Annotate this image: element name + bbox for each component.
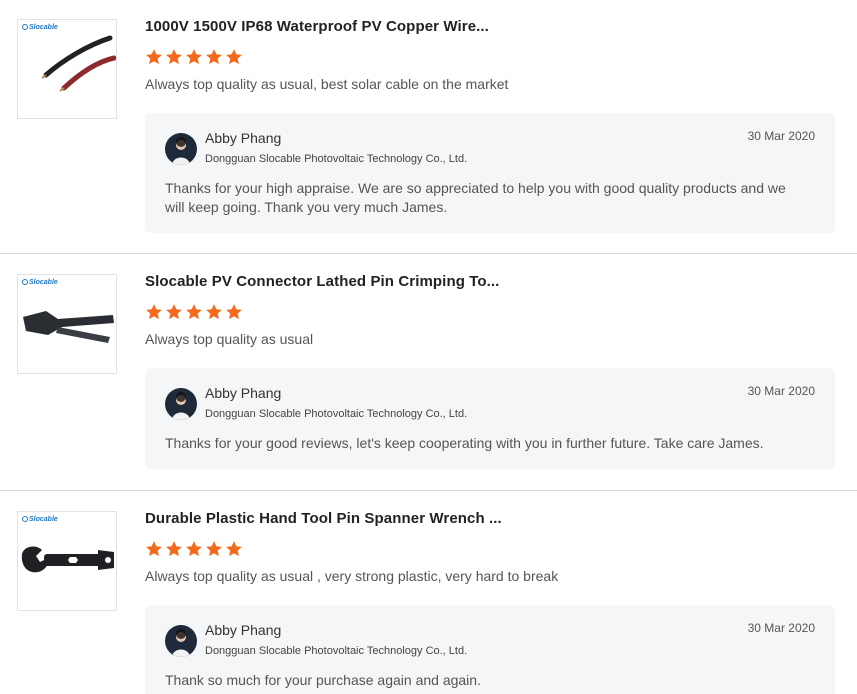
replier-name: Abby Phang: [205, 130, 282, 146]
star-icon: [166, 304, 182, 320]
replier-name: Abby Phang: [205, 622, 282, 638]
avatar: [165, 133, 197, 165]
product-thumbnail[interactable]: Slocable: [17, 511, 117, 611]
product-thumbnail[interactable]: Slocable: [17, 274, 117, 374]
product-title-link[interactable]: 1000V 1500V IP68 Waterproof PV Copper Wi…: [145, 18, 489, 35]
pv-cable-icon: [41, 35, 116, 92]
review-comment: Always top quality as usual, best solar …: [145, 76, 509, 92]
star-icon: [186, 541, 202, 557]
product-title-link[interactable]: Slocable PV Connector Lathed Pin Crimpin…: [145, 273, 499, 290]
star-icon: [226, 49, 242, 65]
star-icon: [206, 304, 222, 320]
seller-reply: Abby Phang Dongguan Slocable Photovoltai…: [145, 368, 835, 469]
replier-name: Abby Phang: [205, 385, 282, 401]
star-icon: [166, 49, 182, 65]
reply-text: Thanks for your good reviews, let's keep…: [165, 435, 764, 451]
seller-reply: Abby Phang Dongguan Slocable Photovoltai…: [145, 605, 835, 694]
star-icon: [146, 304, 162, 320]
star-rating: [145, 540, 243, 558]
reply-text: Thank so much for your purchase again an…: [165, 672, 481, 688]
product-thumbnail[interactable]: Slocable: [17, 19, 117, 119]
review-comment: Always top quality as usual: [145, 331, 314, 347]
spanner-wrench-icon: [21, 546, 114, 573]
star-icon: [226, 541, 242, 557]
reply-date: 30 Mar 2020: [747, 384, 815, 398]
star-rating: [145, 303, 243, 321]
star-icon: [186, 304, 202, 320]
replier-company: Dongguan Slocable Photovoltaic Technolog…: [205, 153, 468, 165]
star-rating: [145, 48, 243, 66]
replier-company: Dongguan Slocable Photovoltaic Technolog…: [205, 645, 468, 657]
reply-text: Thanks for your high appraise. We are so…: [165, 180, 786, 215]
divider: [0, 490, 857, 491]
reply-date: 30 Mar 2020: [747, 621, 815, 635]
star-icon: [206, 541, 222, 557]
star-icon: [146, 541, 162, 557]
divider: [0, 253, 857, 254]
avatar: [165, 625, 197, 657]
star-icon: [166, 541, 182, 557]
reply-date: 30 Mar 2020: [747, 129, 815, 143]
product-title-link[interactable]: Durable Plastic Hand Tool Pin Spanner Wr…: [145, 510, 502, 527]
avatar: [165, 388, 197, 420]
review-comment: Always top quality as usual , very stron…: [145, 568, 559, 584]
star-icon: [226, 304, 242, 320]
seller-reply: Abby Phang Dongguan Slocable Photovoltai…: [145, 113, 835, 233]
replier-company: Dongguan Slocable Photovoltaic Technolog…: [205, 408, 468, 420]
star-icon: [206, 49, 222, 65]
crimping-tool-icon: [23, 311, 114, 343]
star-icon: [186, 49, 202, 65]
star-icon: [146, 49, 162, 65]
